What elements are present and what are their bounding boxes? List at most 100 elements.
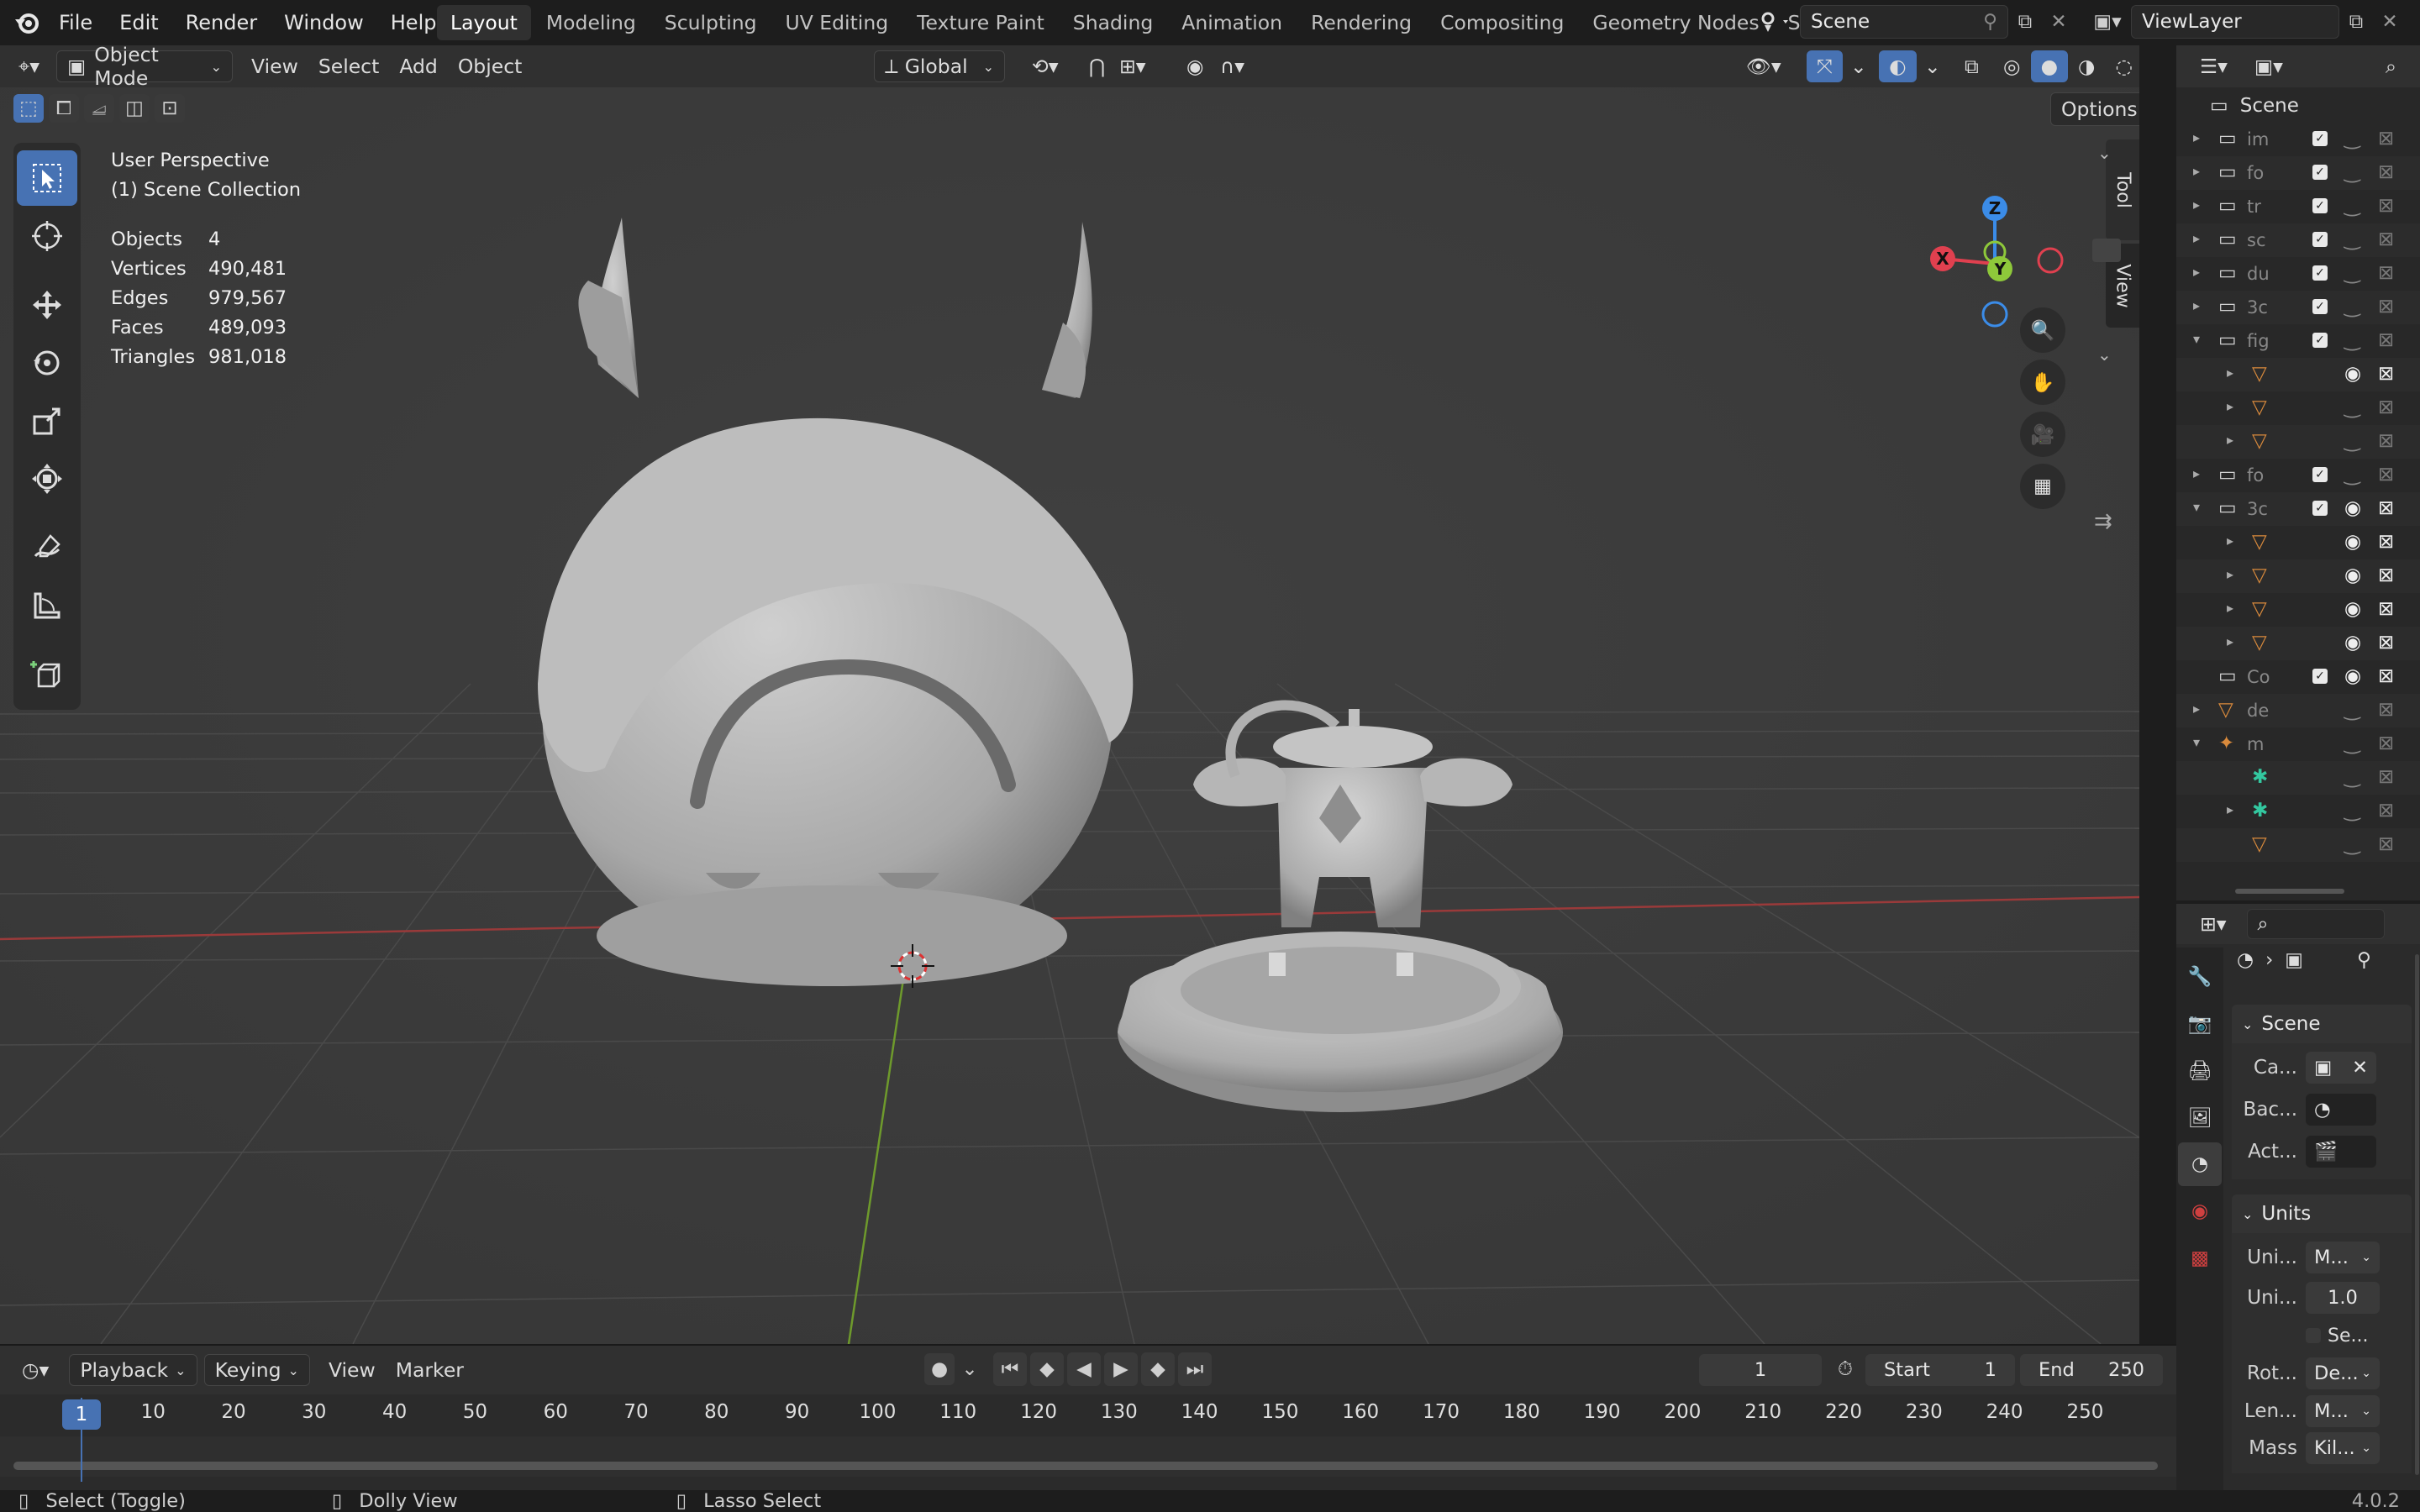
camera-view-icon[interactable]: 🎥 bbox=[2020, 412, 2065, 457]
eye-hidden-icon[interactable]: ‿ bbox=[2344, 732, 2360, 754]
outliner-row[interactable]: ▸ ▽ ◉ ⊠ bbox=[2176, 559, 2420, 593]
move-tool-icon[interactable] bbox=[17, 277, 77, 333]
next-keyframe-icon[interactable]: ◆ bbox=[1141, 1352, 1175, 1386]
outliner[interactable]: ☰▾ ▣▾ ⌕ ▭ Scene ▸ ▭ im ✓ ‿ ⊠ ▸ ▭ fo ✓ ‿ ⊠ ▸ ▭ tr ✓ ‿ ⊠ ▸ ▭ s… bbox=[2176, 45, 2420, 900]
exclude-checkbox[interactable]: ✓ bbox=[2312, 501, 2328, 516]
chevron-down-icon[interactable]: ⌄ bbox=[1914, 50, 1951, 82]
eye-hidden-icon[interactable]: ‿ bbox=[2344, 228, 2360, 250]
current-frame-field[interactable]: 1 bbox=[1699, 1354, 1822, 1386]
playhead-frame[interactable]: 1 bbox=[62, 1399, 101, 1430]
falloff-icon[interactable]: ∩▾ bbox=[1210, 50, 1255, 82]
scene-panel-header[interactable]: ⌄ Scene bbox=[2232, 1005, 2412, 1043]
render-toggle-icon[interactable]: ⊠ bbox=[2378, 228, 2394, 250]
pin-icon[interactable]: ⚲ bbox=[2357, 949, 2371, 971]
exclude-checkbox[interactable]: ✓ bbox=[2312, 198, 2328, 213]
render-toggle-icon[interactable]: ⊠ bbox=[2378, 665, 2394, 687]
outliner-row[interactable]: ▸ ✱ ‿ ⊠ bbox=[2176, 795, 2420, 828]
exclude-checkbox[interactable]: ✓ bbox=[2312, 333, 2328, 348]
select-extend-icon[interactable]: ⧠ bbox=[49, 94, 79, 123]
expand-right-icon[interactable]: ▸ bbox=[2227, 533, 2233, 549]
expand-down-icon[interactable]: ▾ bbox=[2193, 734, 2200, 750]
play-reverse-icon[interactable]: ◀ bbox=[1067, 1352, 1101, 1386]
visibility-icon[interactable]: 👁▾ bbox=[1736, 50, 1791, 82]
eye-hidden-icon[interactable]: ‿ bbox=[2344, 296, 2360, 318]
outliner-row[interactable]: ▽ ‿ ⊠ bbox=[2176, 828, 2420, 862]
pivot-point-icon[interactable]: ⟲▾ bbox=[1022, 50, 1069, 82]
timeline-scrollbar[interactable] bbox=[13, 1462, 2158, 1470]
menu-render[interactable]: Render bbox=[172, 0, 271, 45]
outliner-row[interactable]: ▸ ▽ ◉ ⊠ bbox=[2176, 358, 2420, 391]
perspective-grid-icon[interactable]: ▦ bbox=[2020, 464, 2065, 509]
exclude-checkbox[interactable]: ✓ bbox=[2312, 265, 2328, 281]
outliner-row[interactable]: ▾ ✦ m ‿ ⊠ bbox=[2176, 727, 2420, 761]
outliner-row[interactable]: ▸ ▭ fo ✓ ‿ ⊠ bbox=[2176, 156, 2420, 190]
tab-geometry-nodes[interactable]: Geometry Nodes bbox=[1579, 5, 1772, 40]
menu-add[interactable]: Add bbox=[389, 50, 448, 82]
exclude-checkbox[interactable]: ✓ bbox=[2312, 165, 2328, 180]
expand-right-icon[interactable]: ▸ bbox=[2193, 297, 2200, 313]
transform-orientation-dropdown[interactable]: ⟂ Global ⌄ bbox=[874, 50, 1005, 82]
exclude-checkbox[interactable]: ✓ bbox=[2312, 131, 2328, 146]
delete-view-layer-icon[interactable]: ✕ bbox=[2373, 5, 2407, 39]
tab-uv-editing[interactable]: UV Editing bbox=[772, 5, 902, 40]
select-intersect-icon[interactable]: ⊡ bbox=[155, 94, 185, 123]
select-invert-icon[interactable]: ◫ bbox=[119, 94, 150, 123]
tab-animation[interactable]: Animation bbox=[1168, 5, 1296, 40]
eye-visible-icon[interactable]: ◉ bbox=[2344, 598, 2361, 620]
expand-right-icon[interactable]: ▸ bbox=[2227, 365, 2233, 381]
new-scene-icon[interactable]: ⧉ bbox=[2008, 5, 2042, 39]
outliner-row[interactable]: ▸ ▽ ◉ ⊠ bbox=[2176, 593, 2420, 627]
properties-search-field[interactable]: ⌕ bbox=[2246, 909, 2385, 939]
render-toggle-icon[interactable]: ⊠ bbox=[2378, 128, 2394, 150]
zoom-icon[interactable]: 🔍 bbox=[2020, 307, 2065, 353]
separate-units-checkbox[interactable] bbox=[2306, 1328, 2321, 1343]
mode-dropdown[interactable]: ▣ Object Mode ⌄ bbox=[56, 45, 234, 90]
tab-layout[interactable]: Layout bbox=[437, 5, 531, 40]
menu-select[interactable]: Select bbox=[308, 50, 390, 82]
output-props-icon[interactable]: 🖨 bbox=[2178, 1048, 2222, 1092]
outliner-editor-type-icon[interactable]: ☰▾ bbox=[2190, 50, 2238, 82]
outliner-row[interactable]: ▾ ▭ 3c ✓ ◉ ⊠ bbox=[2176, 492, 2420, 526]
render-toggle-icon[interactable]: ⊠ bbox=[2378, 531, 2394, 553]
expand-right-icon[interactable]: ▸ bbox=[2227, 600, 2233, 616]
render-toggle-icon[interactable]: ⊠ bbox=[2378, 598, 2394, 620]
keyframe-track[interactable] bbox=[0, 1436, 2176, 1477]
delete-scene-icon[interactable]: ✕ bbox=[2042, 5, 2075, 39]
display-mode-icon[interactable]: ▣▾ bbox=[2244, 50, 2293, 82]
editor-type-icon[interactable]: ⌖▾ bbox=[8, 50, 50, 82]
scene-browse-icon[interactable] bbox=[1753, 5, 1800, 39]
end-frame-field[interactable]: End 250 bbox=[2020, 1354, 2163, 1386]
clear-icon[interactable]: ✕ bbox=[2352, 1057, 2368, 1079]
collapse-chevron-icon[interactable]: ⌄ bbox=[2097, 344, 2112, 365]
jump-start-icon[interactable]: ⏮ bbox=[993, 1352, 1027, 1386]
eye-visible-icon[interactable]: ◉ bbox=[2344, 497, 2361, 519]
3d-viewport[interactable]: ⌖▾ ▣ Object Mode ⌄ View Select Add Objec… bbox=[0, 45, 2139, 1344]
record-icon[interactable]: ● bbox=[924, 1353, 955, 1385]
outliner-row[interactable]: ▸ ▭ fo ✓ ‿ ⊠ bbox=[2176, 459, 2420, 492]
timeline-menu-marker[interactable]: Marker bbox=[386, 1354, 474, 1386]
expand-down-icon[interactable]: ▾ bbox=[2193, 499, 2200, 515]
unit-scale-field[interactable]: 1.0 bbox=[2306, 1282, 2380, 1314]
render-toggle-icon[interactable]: ⊠ bbox=[2378, 497, 2394, 519]
outliner-row[interactable]: ▸ ▽ de ‿ ⊠ bbox=[2176, 694, 2420, 727]
stopwatch-icon[interactable]: ⏱ bbox=[1828, 1352, 1862, 1386]
render-toggle-icon[interactable]: ⊠ bbox=[2378, 161, 2394, 183]
properties-editor[interactable]: ⊞▾ ⌕ 🔧 📷 🖨 🖼 ◔ ◉ ▩ ◔ › ▣ ⚲ ⌄ Scene Ca...… bbox=[2176, 904, 2420, 1490]
outliner-row[interactable]: ▸ ▽ ◉ ⊠ bbox=[2176, 627, 2420, 660]
render-toggle-icon[interactable]: ⊠ bbox=[2378, 262, 2394, 284]
expand-right-icon[interactable]: ▸ bbox=[2227, 398, 2233, 414]
expand-right-icon[interactable]: ▸ bbox=[2193, 163, 2200, 179]
exclude-checkbox[interactable]: ✓ bbox=[2312, 299, 2328, 314]
snap-target-icon[interactable]: ⊞▾ bbox=[1109, 50, 1156, 82]
render-toggle-icon[interactable]: ⊠ bbox=[2378, 464, 2394, 486]
collapse-chevron-icon[interactable]: ⌄ bbox=[2097, 143, 2112, 163]
eye-hidden-icon[interactable]: ‿ bbox=[2344, 800, 2360, 822]
scale-tool-icon[interactable] bbox=[17, 393, 77, 449]
outliner-row[interactable]: ▸ ▽ ‿ ⊠ bbox=[2176, 391, 2420, 425]
render-toggle-icon[interactable]: ⊠ bbox=[2378, 564, 2394, 586]
render-toggle-icon[interactable]: ⊠ bbox=[2378, 699, 2394, 721]
render-toggle-icon[interactable]: ⊠ bbox=[2378, 396, 2394, 418]
prev-keyframe-icon[interactable]: ◆ bbox=[1030, 1352, 1064, 1386]
expand-right-icon[interactable]: ▸ bbox=[2193, 264, 2200, 280]
view-layer-props-icon[interactable]: 🖼 bbox=[2178, 1095, 2222, 1139]
